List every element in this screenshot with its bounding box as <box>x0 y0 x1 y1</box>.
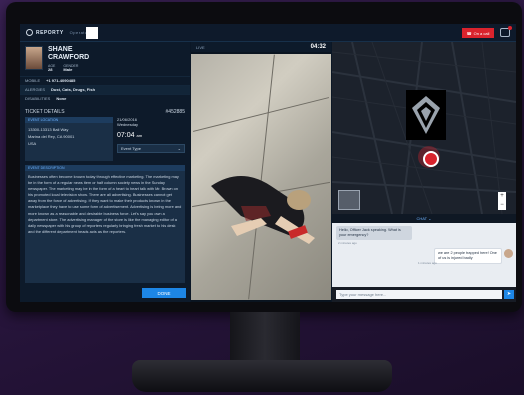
ticket-number: #452885 <box>165 109 185 115</box>
message-time: 2 minutes ago <box>338 241 357 245</box>
zoom-controls[interactable]: + − <box>498 192 506 210</box>
mobile-row: MOBILE +1 971-4090485 <box>20 76 190 85</box>
allergies-label: ALERGIES <box>25 87 46 92</box>
age-value: 28 <box>48 67 53 72</box>
live-video-feed <box>191 54 331 300</box>
brand: REPORTY Operator <box>26 29 89 36</box>
disabilities-row: DISABILITIES None <box>20 94 190 103</box>
map-chat-panel: + − CHAT ⌄ Hello, Officer Jack speaking.… <box>332 42 516 302</box>
satellite-toggle[interactable] <box>338 190 360 210</box>
event-time-suffix: am <box>136 133 143 138</box>
video-header: LIVE 04:32 <box>191 42 331 52</box>
address-country: USA <box>28 141 37 146</box>
gender-value: Male <box>63 67 73 72</box>
done-button[interactable]: DONE <box>142 288 186 298</box>
caller-panel: SHANE CRAWFORD AGE 28 GENDER Male MOBILE +… <box>20 42 190 302</box>
avatar <box>25 46 43 70</box>
caller-avatar <box>504 249 513 258</box>
event-time-value: 07:04 <box>117 132 135 139</box>
caller-meta: AGE 28 GENDER Male <box>48 64 89 72</box>
caller-profile: SHANE CRAWFORD AGE 28 GENDER Male <box>20 42 190 76</box>
caller-message: we are 2 people trapped here! One of us … <box>434 248 502 264</box>
allergies-value: Dust, Cats, Drugs, Fish <box>51 87 96 92</box>
floor-line <box>192 97 330 132</box>
allergies-row: ALERGIES Dust, Cats, Drugs, Fish <box>20 85 190 94</box>
location-pin-icon <box>406 90 446 140</box>
event-location-box: EVENT LOCATION 13300-13313 Bali Way Mari… <box>25 117 113 161</box>
phone-icon: ☎ <box>466 30 472 36</box>
caller-first-name: SHANE <box>48 46 73 53</box>
mobile-value[interactable]: +1 971-4090485 <box>46 78 75 84</box>
ticket-header: TICKET DETAILS #452885 <box>20 103 190 117</box>
message-time: 1 minutes ago <box>418 261 437 265</box>
notifications-chat-icon[interactable] <box>500 26 512 37</box>
logo-icon <box>26 29 33 36</box>
event-type-value: Event Type <box>121 146 141 151</box>
event-description-text: Businesses often become known today thro… <box>28 174 182 234</box>
send-button[interactable]: ➤ <box>504 290 514 299</box>
chat-title: CHAT <box>416 216 428 221</box>
chat-area: Hello, Officer Jack speaking. What is yo… <box>332 223 516 287</box>
chat-header[interactable]: CHAT ⌄ <box>332 214 516 223</box>
chevron-down-icon: ⌄ <box>177 146 181 151</box>
address-line-1: 13300-13313 Bali Way <box>28 127 69 132</box>
event-location-title: EVENT LOCATION <box>25 117 113 123</box>
ticket-body: EVENT LOCATION 13300-13313 Bali Way Mari… <box>20 117 190 161</box>
event-weekday: Wednesday <box>117 122 139 127</box>
message-input[interactable]: Type your message here... <box>336 290 502 299</box>
operator-message: Hello, Officer Jack speaking. What is yo… <box>336 226 412 240</box>
video-label: LIVE <box>196 44 205 50</box>
event-datetime: 21/06/2016 Wednesday 07:04 am Event Type… <box>117 117 185 161</box>
placeholder-box <box>86 27 98 39</box>
incident-marker-icon[interactable] <box>418 146 440 168</box>
brand-name: REPORTY <box>36 29 64 36</box>
event-type-select[interactable]: Event Type ⌄ <box>117 144 185 153</box>
disabilities-label: DISABILITIES <box>25 96 51 101</box>
zoom-in-icon[interactable]: + <box>498 192 506 201</box>
map-view[interactable]: + − <box>332 42 516 214</box>
live-video-panel: LIVE 04:32 <box>191 42 331 302</box>
caller-last-name: CRAWFORD <box>48 54 90 61</box>
on-call-label: On a call <box>473 30 490 36</box>
event-time: 07:04 am <box>117 132 185 139</box>
mobile-label: MOBILE <box>25 78 41 83</box>
call-timer: 04:32 <box>310 44 326 50</box>
event-description-box[interactable]: EVENT DESCRIPTION Businesses often becom… <box>25 165 185 283</box>
monitor-stand-base <box>132 360 392 392</box>
app-screen: REPORTY Operator ☎ On a call SHANE CRAWF… <box>20 24 516 302</box>
on-call-button[interactable]: ☎ On a call <box>462 28 494 38</box>
monitor: REPORTY Operator ☎ On a call SHANE CRAWF… <box>6 2 522 312</box>
injured-person-image <box>211 176 315 244</box>
zoom-out-icon[interactable]: − <box>498 201 506 210</box>
ticket-title: TICKET DETAILS <box>25 109 65 115</box>
monitor-stand-neck <box>230 312 300 364</box>
event-description-title: EVENT DESCRIPTION <box>25 165 185 171</box>
disabilities-value: None <box>56 96 67 101</box>
chevron-down-icon: ⌄ <box>428 216 432 221</box>
address-line-2: Marina del Rey, CA 90001 <box>28 134 75 139</box>
